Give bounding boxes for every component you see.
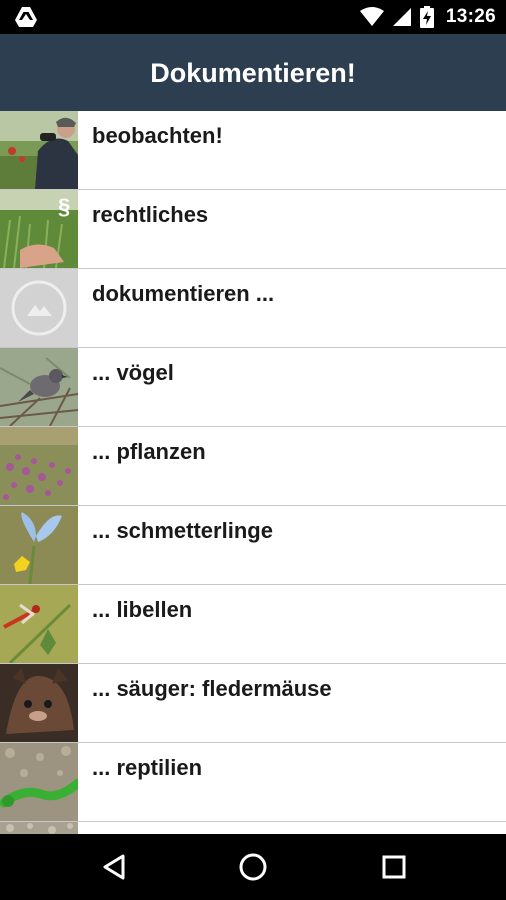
cell-signal-icon xyxy=(392,8,411,26)
navigation-bar xyxy=(0,834,506,900)
list-item-reptilien[interactable]: ... reptilien xyxy=(0,743,506,822)
list-item-label: ... libellen xyxy=(92,597,193,622)
recent-apps-square-icon xyxy=(382,855,406,879)
list-item-schmetterlinge[interactable]: ... schmetterlinge xyxy=(0,506,506,585)
menu-list: beobachten! § rechtliches dokumentieren … xyxy=(0,111,506,834)
drive-upload-icon xyxy=(15,7,37,27)
recent-apps-button[interactable] xyxy=(354,834,434,900)
list-item-label: ... säuger: fledermäuse xyxy=(92,676,332,701)
list-item-partial[interactable] xyxy=(0,822,506,834)
green-lizard-photo xyxy=(0,743,78,821)
app-bar: Dokumentieren! xyxy=(0,34,506,111)
birdwatcher-photo xyxy=(0,111,78,189)
list-item-beobachten[interactable]: beobachten! xyxy=(0,111,506,190)
blue-butterfly-photo xyxy=(0,506,78,584)
list-item-label: beobachten! xyxy=(92,123,223,148)
list-item-label: ... vögel xyxy=(92,360,174,385)
home-button[interactable] xyxy=(213,834,293,900)
list-item-voegel[interactable]: ... vögel xyxy=(0,348,506,427)
list-item-rechtliches[interactable]: § rechtliches xyxy=(0,190,506,269)
placeholder-image-icon xyxy=(0,269,78,347)
list-item-libellen[interactable]: ... libellen xyxy=(0,585,506,664)
list-item-fledermaeuse[interactable]: ... säuger: fledermäuse xyxy=(0,664,506,743)
partial-photo xyxy=(0,822,78,834)
clock: 13:26 xyxy=(445,6,496,27)
list-item-label: rechtliches xyxy=(92,202,209,227)
list-item-label: ... pflanzen xyxy=(92,439,206,464)
battery-charging-icon xyxy=(419,6,434,28)
list-item-dokumentieren[interactable]: dokumentieren ... xyxy=(0,269,506,348)
list-item-label: ... reptilien xyxy=(92,755,203,780)
bat-photo xyxy=(0,664,78,742)
list-item-pflanzen[interactable]: ... pflanzen xyxy=(0,427,506,506)
back-triangle-icon xyxy=(103,854,125,880)
status-bar: 13:26 xyxy=(0,0,506,34)
home-circle-icon xyxy=(239,853,267,881)
list-item-label: dokumentieren ... xyxy=(92,281,275,306)
back-button[interactable] xyxy=(74,834,154,900)
paragraph-meadow-photo: § xyxy=(0,190,78,268)
wifi-icon xyxy=(359,7,384,26)
list-item-label: ... schmetterlinge xyxy=(92,518,273,543)
bird-photo xyxy=(0,348,78,426)
heather-flowers-photo xyxy=(0,427,78,505)
app-title: Dokumentieren! xyxy=(150,58,356,88)
red-dragonfly-photo xyxy=(0,585,78,663)
svg-text:§: § xyxy=(58,194,70,219)
